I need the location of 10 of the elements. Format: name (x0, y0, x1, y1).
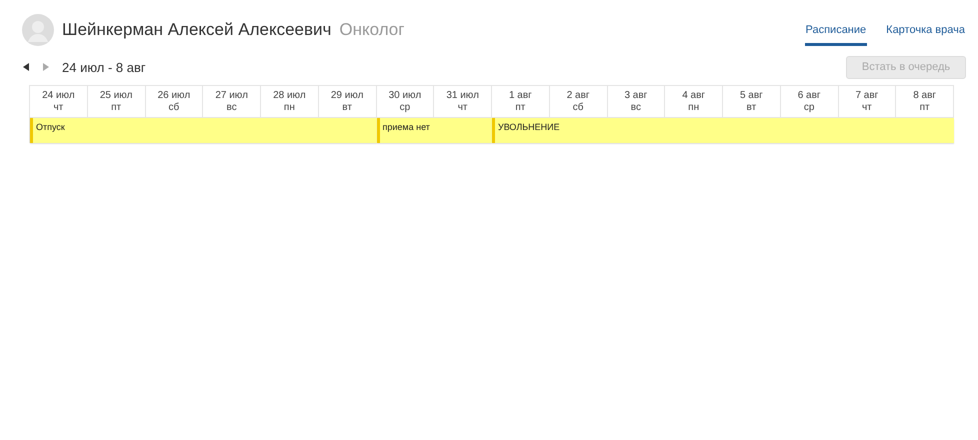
previous-icon[interactable] (22, 63, 30, 71)
schedule-event: Отпуск (30, 118, 376, 143)
doctor-specialty: Онколог (339, 20, 404, 40)
doctor-name: Шейнкерман Алексей Алексеевич (62, 20, 332, 40)
schedule-event: УВОЛЬНЕНИЕ (492, 118, 954, 143)
period-label: 24 июл - 8 авг (62, 60, 146, 74)
tab[interactable]: Расписание (804, 20, 868, 46)
avatar-icon (22, 14, 54, 46)
schedule-event: приема нет (376, 118, 492, 143)
tab[interactable]: Карточка врача (885, 20, 966, 46)
